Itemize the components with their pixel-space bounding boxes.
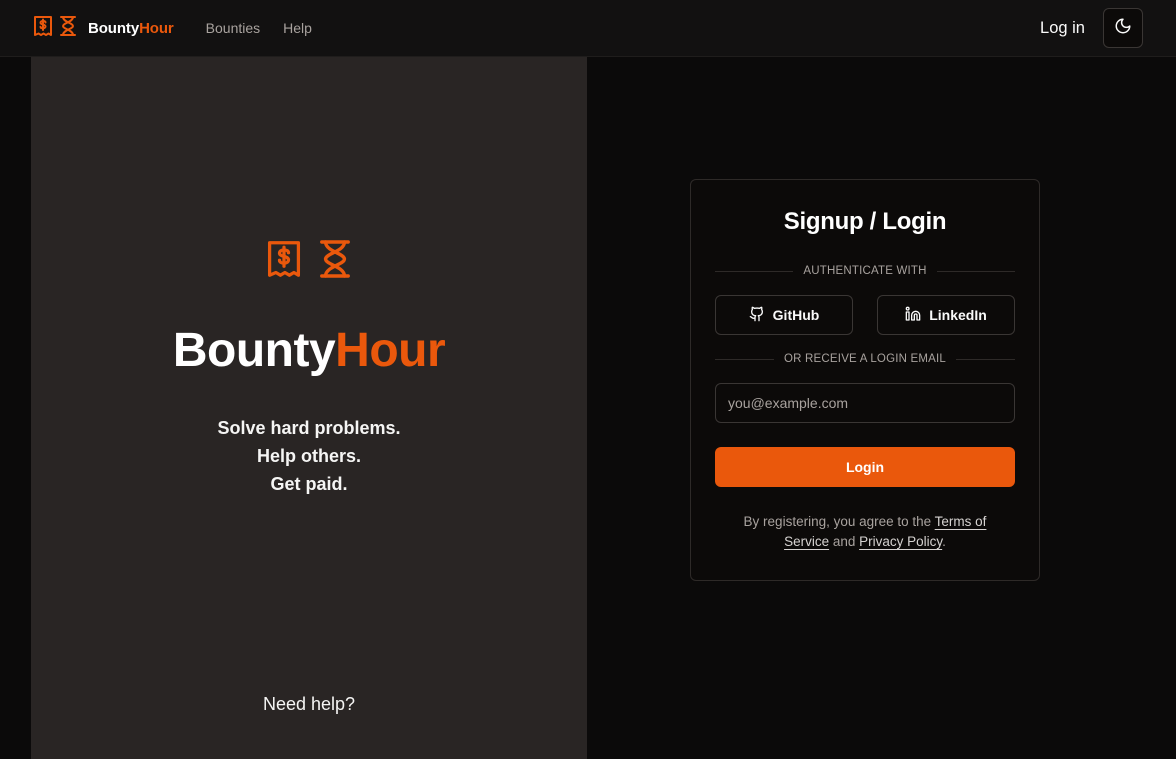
need-help-link[interactable]: Need help? [31,694,587,715]
nav-link-bounties[interactable]: Bounties [206,20,260,36]
theme-toggle-button[interactable] [1103,8,1143,48]
nav-logo[interactable] [33,15,77,42]
divider-line [715,358,774,360]
tagline-line: Help others. [256,446,362,466]
moon-icon [1114,17,1132,40]
hero-title-bounty: Bounty [172,324,336,377]
receipt-dollar-icon [33,15,53,42]
divider-line [715,270,794,272]
nav-brand[interactable]: BountyHour [88,20,174,37]
email-divider: OR RECEIVE A LOGIN EMAIL [715,353,1016,365]
privacy-policy-link[interactable]: Privacy Policy [859,534,942,549]
linkedin-button[interactable]: LinkedIn [877,295,1015,335]
terms-and: and [829,534,860,549]
receipt-dollar-icon [266,237,302,286]
oauth-buttons: GitHub LinkedIn [715,295,1015,335]
github-button[interactable]: GitHub [715,295,853,335]
tagline-line: Get paid. [270,474,348,494]
hourglass-icon [59,15,77,42]
terms-suffix: . [942,534,946,549]
nav-links: Bounties Help [206,20,312,36]
tagline-line: Solve hard problems. [217,418,401,438]
login-link[interactable]: Log in [1040,19,1085,38]
terms-prefix: By registering, you agree to the [743,514,935,529]
brand-text-hour: Hour [139,19,174,37]
linkedin-label: LinkedIn [929,307,987,323]
email-field[interactable] [715,383,1015,423]
hero-panel: BountyHour Solve hard problems. Help oth… [31,57,587,759]
nav-link-help[interactable]: Help [283,20,312,36]
divider-line [936,270,1016,272]
card-title: Signup / Login [783,208,947,235]
brand-text-bounty: Bounty [88,19,140,37]
hero-title: BountyHour [31,323,587,378]
hero-logo [266,237,352,286]
terms-text: By registering, you agree to the Terms o… [715,512,1015,552]
github-icon [749,306,765,325]
divider-line [956,358,1016,360]
nav-right: Log in [1040,8,1143,48]
auth-card: Signup / Login AUTHENTICATE WITH GitHub [690,179,1040,581]
hourglass-icon [318,237,352,286]
authenticate-divider: AUTHENTICATE WITH [715,265,1016,277]
divider-label: OR RECEIVE A LOGIN EMAIL [784,353,947,365]
tagline: Solve hard problems. Help others. Get pa… [31,414,587,498]
hero-title-hour: Hour [335,324,446,377]
divider-label: AUTHENTICATE WITH [803,265,927,277]
linkedin-icon [905,306,921,325]
github-label: GitHub [772,307,820,323]
login-button[interactable]: Login [715,447,1015,487]
top-navbar: BountyHour Bounties Help Log in [0,0,1176,57]
